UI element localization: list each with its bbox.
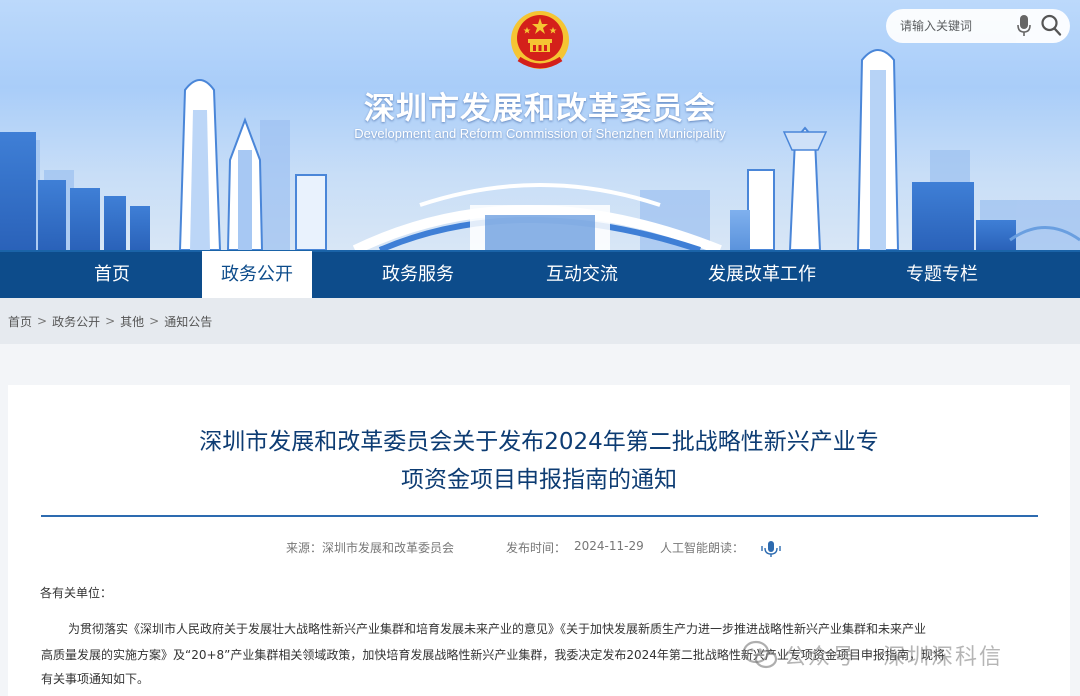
nav-item-special-topics[interactable]: 专题专栏 <box>882 252 1002 298</box>
main-nav: 首页 政务公开 政务服务 互动交流 发展改革工作 专题专栏 <box>0 250 1080 298</box>
header-banner: 深圳市发展和改革委员会 Development and Reform Commi… <box>0 0 1080 250</box>
national-emblem-icon <box>511 11 569 69</box>
breadcrumb-other[interactable]: 其他 <box>120 313 144 330</box>
article-meta: 来源： 深圳市发展和改革委员会 发布时间： 2024-11-29 人工智能朗读： <box>8 539 1070 559</box>
title-divider <box>41 515 1038 517</box>
nav-item-home[interactable]: 首页 <box>42 252 182 298</box>
tts-label: 人工智能朗读： <box>660 541 745 555</box>
breadcrumb-gov-affairs[interactable]: 政务公开 <box>52 313 100 330</box>
article-title-line-1: 深圳市发展和改革委员会关于发布2024年第二批战略性新兴产业专 <box>199 429 879 455</box>
breadcrumb-separator: > <box>105 314 116 328</box>
body-line-3: 有关事项通知如下。 <box>41 672 150 686</box>
nav-item-interaction[interactable]: 互动交流 <box>522 252 642 298</box>
wechat-icon <box>742 640 778 669</box>
nav-item-gov-affairs-open[interactable]: 政务公开 <box>202 251 312 298</box>
publish-date-label: 发布时间： <box>506 541 567 555</box>
source-value: 深圳市发展和改革委员会 <box>322 541 455 555</box>
greeting-text: 各有关单位： <box>40 586 113 600</box>
publish-date-value: 2024-11-29 <box>574 539 644 553</box>
nav-item-gov-services[interactable]: 政务服务 <box>358 252 478 298</box>
site-title: 深圳市发展和改革委员会 <box>364 91 716 127</box>
wechat-watermark: 公众号 · 深圳深科信 <box>742 633 1003 677</box>
nav-item-reform-work[interactable]: 发展改革工作 <box>696 252 828 298</box>
audio-play-icon[interactable] <box>760 540 782 558</box>
watermark-text: 公众号 · 深圳深科信 <box>784 645 1003 670</box>
search-icon[interactable] <box>1040 13 1062 37</box>
breadcrumb: 首页 > 政务公开 > 其他 > 通知公告 <box>0 298 1080 344</box>
article-title: 深圳市发展和改革委员会关于发布2024年第二批战略性新兴产业专 项资金项目申报指… <box>8 423 1070 499</box>
source-label: 来源： <box>286 541 323 555</box>
site-subtitle: Development and Reform Commission of She… <box>354 126 726 141</box>
breadcrumb-separator: > <box>149 314 160 328</box>
search-input[interactable] <box>900 19 1016 33</box>
article-title-line-2: 项资金项目申报指南的通知 <box>401 467 677 493</box>
microphone-icon[interactable] <box>1016 14 1032 38</box>
breadcrumb-notices[interactable]: 通知公告 <box>164 313 212 330</box>
breadcrumb-separator: > <box>37 314 48 328</box>
breadcrumb-home[interactable]: 首页 <box>8 313 32 330</box>
